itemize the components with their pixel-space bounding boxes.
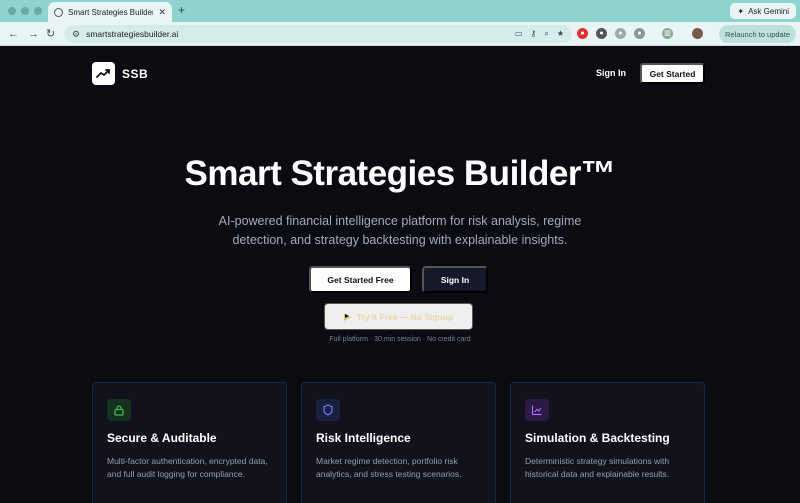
- address-bar-actions: ▭ ⚷ ⌕ ★: [515, 29, 564, 39]
- hero-signin-button[interactable]: Sign In: [422, 266, 488, 293]
- try-free-label: Try It Free — No Signup: [356, 311, 454, 322]
- get-started-free-button[interactable]: Get Started Free: [309, 266, 412, 293]
- extension-shield-icon[interactable]: ●: [615, 28, 626, 39]
- bookmark-star-icon[interactable]: ★: [557, 29, 564, 39]
- browser-tab-bar: Smart Strategies Builder (SSB ✕ + ✦ Ask …: [0, 0, 800, 22]
- site-settings-icon[interactable]: ⚙: [72, 29, 80, 40]
- extensions-puzzle-icon[interactable]: ●: [634, 28, 645, 39]
- sparkle-icon: ✦: [737, 6, 745, 16]
- lock-icon: [107, 399, 131, 421]
- feature-title: Simulation & Backtesting: [525, 431, 670, 445]
- forward-icon[interactable]: →: [28, 27, 39, 41]
- side-panel-icon[interactable]: ▥: [662, 28, 673, 39]
- ask-gemini-button[interactable]: ✦ Ask Gemini: [730, 3, 796, 19]
- relaunch-button[interactable]: Relaunch to update: [718, 25, 796, 43]
- shield-icon: [316, 399, 340, 421]
- nav-signin-link[interactable]: Sign In: [596, 68, 626, 78]
- try-free-button[interactable]: Try It Free — No Signup: [324, 303, 473, 330]
- trend-up-icon: [92, 62, 115, 85]
- address-bar[interactable]: ⚙ smartstrategiesbuilder.ai ▭ ⚷ ⌕ ★: [64, 25, 572, 43]
- new-tab-button[interactable]: +: [178, 3, 185, 17]
- cast-icon[interactable]: ▭: [515, 29, 523, 39]
- browser-toolbar: ← → ↻ ⚙ smartstrategiesbuilder.ai ▭ ⚷ ⌕ …: [0, 22, 800, 46]
- url-text[interactable]: smartstrategiesbuilder.ai: [86, 29, 509, 39]
- feature-title: Risk Intelligence: [316, 431, 411, 445]
- extension-dark-icon[interactable]: ●: [596, 28, 607, 39]
- feature-card-secure: Secure & Auditable Multi-factor authenti…: [92, 382, 287, 503]
- tab-title: Smart Strategies Builder (SSB: [68, 7, 154, 17]
- logo[interactable]: SSB: [92, 62, 148, 85]
- avatar[interactable]: [692, 28, 703, 39]
- logo-text: SSB: [122, 66, 149, 81]
- close-icon[interactable]: ✕: [158, 7, 166, 18]
- extension-red-icon[interactable]: ●: [577, 28, 588, 39]
- feature-card-simulation: Simulation & Backtesting Deterministic s…: [510, 382, 705, 503]
- fineprint: Full platform · 30 min session · No cred…: [329, 336, 471, 343]
- globe-icon: [54, 7, 63, 17]
- hero-subtitle: AI-powered financial intelligence platfo…: [218, 214, 582, 247]
- hero-title: Smart Strategies Builder™: [184, 154, 616, 193]
- page-content: SSB Sign In Get Started Smart Strategies…: [0, 46, 800, 503]
- nav-get-started-button[interactable]: Get Started: [640, 63, 705, 84]
- feature-description: Deterministic strategy simulations with …: [525, 456, 670, 479]
- reload-icon[interactable]: ↻: [46, 27, 55, 41]
- zoom-icon[interactable]: ⌕: [544, 29, 548, 39]
- back-icon[interactable]: ←: [8, 27, 19, 41]
- password-key-icon[interactable]: ⚷: [530, 29, 536, 39]
- minimize-window-button[interactable]: [21, 7, 29, 15]
- ask-gemini-label: Ask Gemini: [748, 6, 789, 16]
- feature-description: Multi-factor authentication, encrypted d…: [107, 456, 268, 479]
- feature-title: Secure & Auditable: [107, 431, 217, 445]
- play-icon: [343, 312, 351, 321]
- feature-card-risk: Risk Intelligence Market regime detectio…: [301, 382, 496, 503]
- maximize-window-button[interactable]: [34, 7, 42, 15]
- feature-description: Market regime detection, portfolio risk …: [316, 456, 462, 479]
- chart-icon: [525, 399, 549, 421]
- browser-tab[interactable]: Smart Strategies Builder (SSB ✕: [48, 2, 172, 22]
- close-window-button[interactable]: [8, 7, 16, 15]
